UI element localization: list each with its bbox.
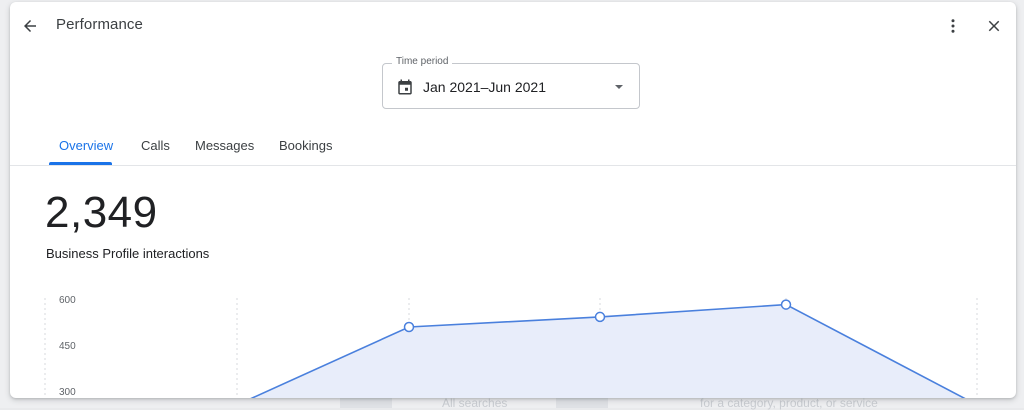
data-point <box>594 311 606 323</box>
background-bar <box>556 398 608 408</box>
y-tick-label: 600 <box>59 295 76 306</box>
interactions-chart: 300 450 600 <box>44 295 978 398</box>
series-area <box>252 304 964 398</box>
y-tick-label: 300 <box>59 387 76 398</box>
performance-dialog: Performance Time period Jan 2021–Jun 202… <box>10 2 1016 398</box>
data-point <box>403 321 415 333</box>
background-bar <box>340 398 392 408</box>
data-point <box>780 299 792 310</box>
y-tick-label: 450 <box>59 341 76 352</box>
